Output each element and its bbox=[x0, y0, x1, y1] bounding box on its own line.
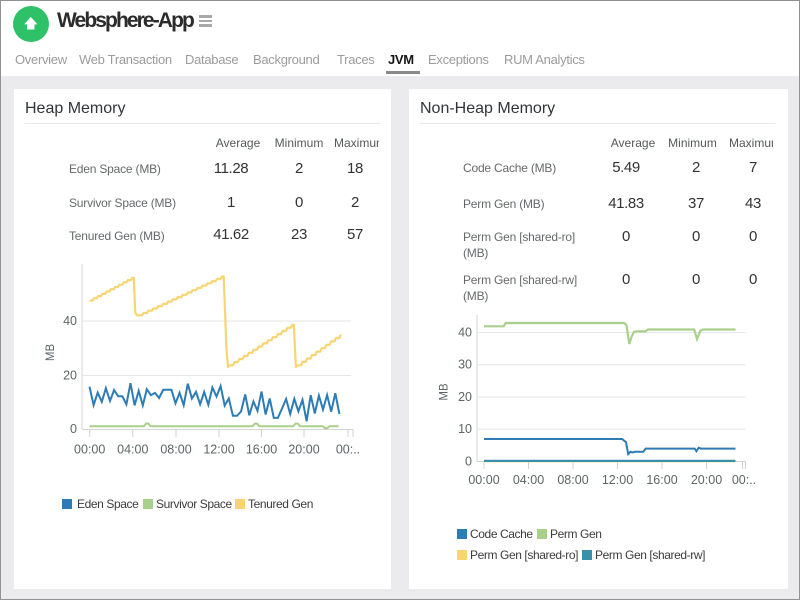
svg-text:0: 0 bbox=[70, 422, 77, 436]
svg-text:10: 10 bbox=[458, 422, 472, 436]
svg-text:00:..: 00:.. bbox=[732, 473, 756, 487]
svg-text:12:00: 12:00 bbox=[203, 443, 234, 457]
svg-text:30: 30 bbox=[458, 358, 472, 372]
svg-text:00:00: 00:00 bbox=[468, 473, 499, 487]
svg-text:08:00: 08:00 bbox=[557, 473, 588, 487]
svg-text:MB: MB bbox=[45, 344, 57, 362]
svg-text:04:00: 04:00 bbox=[513, 473, 544, 487]
svg-text:16:00: 16:00 bbox=[646, 473, 677, 487]
svg-text:12:00: 12:00 bbox=[602, 473, 633, 487]
svg-text:MB: MB bbox=[439, 383, 451, 401]
svg-text:20:00: 20:00 bbox=[288, 443, 319, 457]
svg-text:04:00: 04:00 bbox=[117, 443, 148, 457]
svg-text:20: 20 bbox=[458, 390, 472, 404]
svg-text:08:00: 08:00 bbox=[160, 443, 191, 457]
svg-text:20: 20 bbox=[63, 369, 77, 383]
svg-text:40: 40 bbox=[63, 314, 77, 328]
svg-text:00:..: 00:.. bbox=[336, 443, 360, 457]
svg-text:0: 0 bbox=[465, 455, 472, 469]
svg-text:16:00: 16:00 bbox=[246, 443, 277, 457]
svg-text:20:00: 20:00 bbox=[691, 473, 722, 487]
svg-text:00:00: 00:00 bbox=[74, 443, 105, 457]
svg-text:40: 40 bbox=[458, 326, 472, 340]
